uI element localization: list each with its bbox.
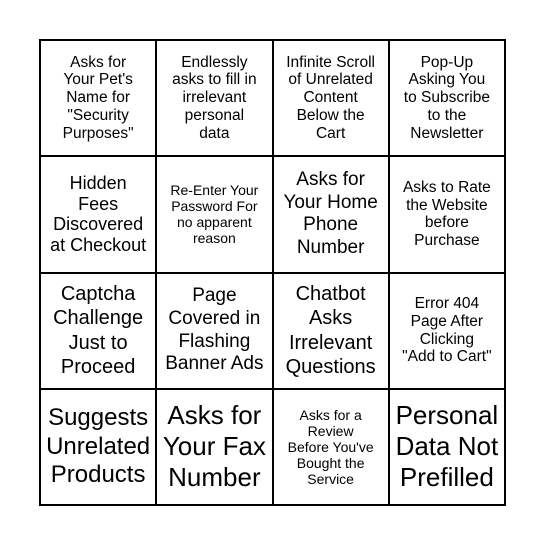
bingo-cell: Personal Data Not Prefilled bbox=[388, 388, 505, 505]
bingo-cell: Page Covered in Flashing Banner Ads bbox=[156, 272, 273, 389]
bingo-cell: Chatbot Asks Irrelevant Questions bbox=[272, 272, 389, 389]
bingo-cell: Asks for a Review Before You've Bought t… bbox=[272, 388, 389, 505]
bingo-cell: Suggests Unrelated Products bbox=[40, 388, 157, 505]
bingo-card: Asks for Your Pet's Name for "Security P… bbox=[39, 39, 506, 506]
bingo-cell: Asks for Your Pet's Name for "Security P… bbox=[40, 40, 157, 157]
bingo-cell: Infinite Scroll of Unrelated Content Bel… bbox=[272, 40, 389, 157]
bingo-cell: Asks for Your Home Phone Number bbox=[272, 156, 389, 273]
bingo-cell: Asks for Your Fax Number bbox=[156, 388, 273, 505]
bingo-cell: Captcha Challenge Just to Proceed bbox=[40, 272, 157, 389]
bingo-cell: Asks to Rate the Website before Purchase bbox=[388, 156, 505, 273]
bingo-cell: Endlessly asks to fill in irrelevant per… bbox=[156, 40, 273, 157]
bingo-cell: Pop-Up Asking You to Subscribe to the Ne… bbox=[388, 40, 505, 157]
bingo-cell: Hidden Fees Discovered at Checkout bbox=[40, 156, 157, 273]
bingo-cell: Error 404 Page After Clicking "Add to Ca… bbox=[388, 272, 505, 389]
bingo-cell: Re-Enter Your Password For no apparent r… bbox=[156, 156, 273, 273]
